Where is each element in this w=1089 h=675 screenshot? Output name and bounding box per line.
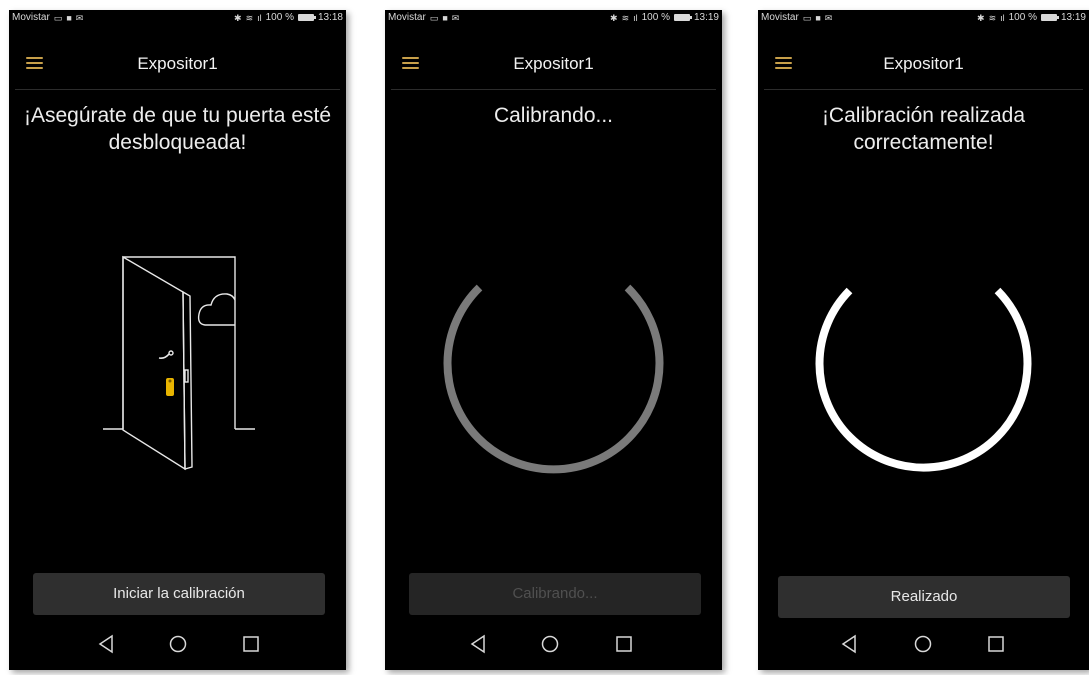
progress-ring-arc — [443, 284, 664, 474]
recents-square-icon[interactable] — [239, 632, 263, 656]
recents-square-icon[interactable] — [984, 632, 1008, 656]
progress-ring — [443, 284, 664, 474]
screen-calibration-done: Movistar ▭ ■ ✉ ✱ ≋ ıl 100 % 13:19 Exposi… — [758, 10, 1089, 670]
recents-square-icon[interactable] — [612, 632, 636, 656]
start-calibration-button[interactable]: Iniciar la calibración — [33, 573, 325, 615]
screen-calibrating: Movistar ▭ ■ ✉ ✱ ≋ ıl 100 % 13:19 Exposi… — [385, 10, 722, 670]
door-frame-icon — [103, 255, 255, 471]
screen-door-check: Movistar ▭ ■ ✉ ✱ ≋ ıl 100 % 13:18 Exposi… — [9, 10, 346, 670]
android-nav-bar — [758, 622, 1089, 670]
home-circle-icon[interactable] — [166, 632, 190, 656]
back-triangle-icon[interactable] — [838, 632, 862, 656]
back-triangle-icon[interactable] — [467, 632, 491, 656]
home-circle-icon[interactable] — [911, 632, 935, 656]
open-door-illustration — [103, 255, 255, 471]
calibrating-button: Calibrando... — [409, 573, 701, 615]
android-nav-bar — [385, 622, 722, 670]
complete-ring-arc — [815, 287, 1032, 472]
done-button[interactable]: Realizado — [778, 576, 1070, 618]
back-triangle-icon[interactable] — [95, 632, 119, 656]
complete-ring — [815, 287, 1032, 472]
android-nav-bar — [9, 622, 346, 670]
home-circle-icon[interactable] — [538, 632, 562, 656]
